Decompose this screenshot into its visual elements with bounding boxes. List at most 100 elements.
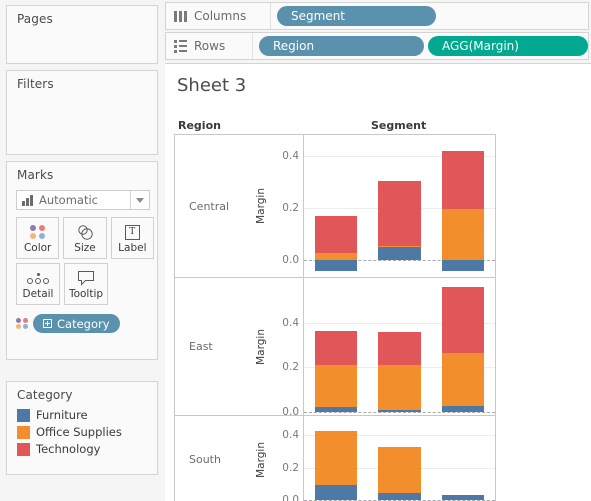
stacked-bar[interactable] [442, 278, 485, 415]
rows-shelf[interactable]: Rows Region AGG(Margin) [165, 32, 589, 60]
legend-items: Furniture Office Supplies Technology [17, 408, 122, 459]
detail-dots-icon [27, 268, 49, 288]
stacked-bar[interactable] [442, 416, 485, 501]
bar-segment[interactable] [442, 287, 485, 354]
columns-icon [174, 10, 187, 22]
filters-card[interactable]: Filters [6, 70, 158, 155]
bar-segment[interactable] [378, 247, 421, 260]
bar-segment[interactable] [378, 246, 421, 248]
mark-type-value: Automatic [39, 193, 98, 207]
stacked-bar[interactable] [378, 416, 421, 501]
rows-shelf-label: Rows [194, 39, 226, 53]
y-axis-title[interactable]: Margin [253, 278, 269, 415]
bar-segment[interactable] [378, 332, 421, 365]
bar-segment[interactable] [314, 216, 357, 253]
columns-shelf[interactable]: Columns Segment [165, 2, 589, 30]
y-axis-tick-label: 0.4 [282, 149, 299, 162]
y-axis-ticks[interactable]: 0.0 0.2 0.4 [269, 416, 303, 501]
y-axis-title-label: Margin [255, 441, 267, 478]
bar-segment[interactable] [442, 150, 485, 210]
stacked-bar[interactable] [378, 135, 421, 277]
color-dots-icon [16, 318, 29, 329]
chart-panels: Central Margin 0.0 0.2 0.4 East Margin 0.0 0.2 0.… [174, 134, 496, 501]
y-axis-title[interactable]: Margin [253, 416, 269, 501]
stacked-bar[interactable] [442, 135, 485, 277]
bar-segment[interactable] [378, 180, 421, 247]
stacked-bar[interactable] [314, 416, 357, 501]
marks-color-label: Color [23, 242, 52, 254]
marks-label-label: Label [118, 242, 147, 254]
legend-label: Technology [36, 442, 101, 456]
y-axis-tick-label: 0.4 [282, 429, 299, 442]
bar-segment[interactable] [442, 259, 485, 271]
marks-detail-button[interactable]: Detail [16, 263, 60, 305]
marks-detail-label: Detail [22, 288, 54, 300]
y-axis-title[interactable]: Margin [253, 135, 269, 277]
bar-segment[interactable] [314, 259, 357, 272]
tooltip-bubble-icon [77, 268, 95, 288]
label-text-icon: T [124, 222, 140, 242]
pages-card[interactable]: Pages [6, 5, 158, 64]
legend-item-technology[interactable]: Technology [17, 442, 122, 456]
row-header-east[interactable]: East [175, 278, 249, 415]
chart-panel-east: East Margin 0.0 0.2 0.4 [175, 278, 495, 418]
marks-color-button[interactable]: Color [16, 217, 60, 259]
bar-segment[interactable] [314, 364, 357, 408]
marks-pill-category-label: Category [57, 316, 110, 331]
chart-panel-south: South Margin 0.0 0.2 0.4 [175, 416, 495, 501]
worksheet-view: Sheet 3 Region Segment Central Margin 0.0 0… [165, 63, 591, 501]
legend-item-furniture[interactable]: Furniture [17, 408, 122, 422]
bar-segment[interactable] [442, 209, 485, 260]
row-field-header[interactable]: Region [178, 119, 221, 132]
chevron-down-icon[interactable] [130, 191, 149, 209]
marks-card: Marks Automatic Color Size T Label Detai… [6, 161, 158, 360]
stacked-bar[interactable] [378, 278, 421, 415]
row-header-south[interactable]: South [175, 416, 249, 501]
column-field-header[interactable]: Segment [371, 119, 426, 132]
y-axis-ticks[interactable]: 0.0 0.2 0.4 [269, 278, 303, 418]
stacked-bar[interactable] [314, 135, 357, 277]
chart-panel-central: Central Margin 0.0 0.2 0.4 [175, 135, 495, 278]
marks-tooltip-button[interactable]: Tooltip [64, 263, 108, 305]
legend-swatch-icon [17, 442, 30, 456]
marks-color-encoding: Category [16, 314, 120, 333]
bar-mark-icon [22, 194, 34, 206]
discrete-field-icon [43, 319, 52, 328]
mark-type-dropdown[interactable]: Automatic [16, 190, 150, 210]
color-dots-icon [29, 222, 46, 242]
marks-size-button[interactable]: Size [63, 217, 107, 259]
pill-segment[interactable]: Segment [277, 6, 436, 26]
bar-segment[interactable] [314, 407, 357, 412]
bar-segment[interactable] [314, 252, 357, 260]
bar-segment[interactable] [378, 364, 421, 410]
stacked-bar[interactable] [314, 278, 357, 415]
filters-card-title: Filters [17, 77, 54, 91]
rows-icon [174, 39, 187, 53]
legend-title: Category [17, 388, 73, 402]
pill-region[interactable]: Region [259, 36, 424, 56]
legend-item-office-supplies[interactable]: Office Supplies [17, 425, 122, 439]
legend-swatch-icon [17, 425, 30, 439]
marks-label-button[interactable]: T Label [110, 217, 154, 259]
bar-segment[interactable] [378, 447, 421, 493]
bar-segment[interactable] [442, 494, 485, 500]
bar-segment[interactable] [378, 492, 421, 500]
marks-buttons: Color Size T Label Detail Tooltip [16, 217, 154, 309]
columns-shelf-label: Columns [194, 9, 247, 23]
bar-segment[interactable] [442, 406, 485, 412]
y-axis-title-label: Margin [255, 328, 267, 365]
pill-agg-margin[interactable]: AGG(Margin) [428, 36, 588, 56]
left-sidebar: Pages Filters Marks Automatic Color Size… [0, 0, 165, 501]
sheet-title[interactable]: Sheet 3 [177, 75, 246, 96]
bar-segment[interactable] [314, 430, 357, 486]
y-axis-tick-label: 0.2 [282, 201, 299, 214]
y-axis-ticks[interactable]: 0.0 0.2 0.4 [269, 135, 303, 277]
bar-segment[interactable] [442, 353, 485, 407]
bar-segment[interactable] [378, 409, 421, 412]
bar-segment[interactable] [314, 331, 357, 365]
bar-segment[interactable] [314, 485, 357, 500]
plot-area [303, 135, 495, 277]
marks-pill-category[interactable]: Category [33, 314, 120, 333]
row-header-central[interactable]: Central [175, 135, 249, 277]
rows-shelf-pills: Region AGG(Margin) [253, 36, 588, 56]
